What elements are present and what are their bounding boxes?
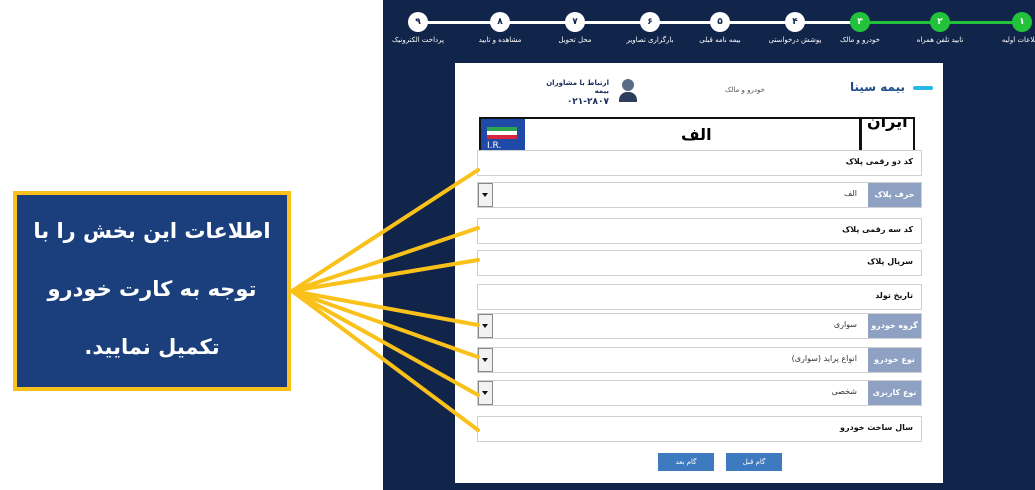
callout-line-3: تکمیل نمایید.	[84, 335, 220, 359]
callout-line-1: اطلاعات این بخش را با	[33, 219, 271, 243]
callout-line-2: توجه به کارت خودرو	[47, 277, 257, 301]
instruction-callout: اطلاعات این بخش را با توجه به کارت خودرو…	[13, 191, 291, 391]
